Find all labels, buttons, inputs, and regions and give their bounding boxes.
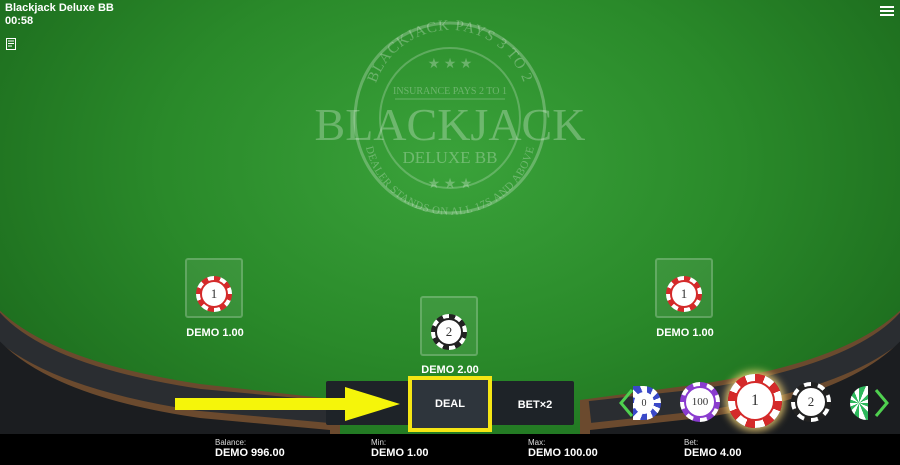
bet-value: DEMO 4.00 — [684, 447, 742, 459]
bet-stat: Bet: DEMO 4.00 — [684, 438, 742, 459]
bet-amount-right: DEMO 1.00 — [656, 327, 714, 339]
chip-next-arrow-icon[interactable] — [874, 388, 890, 418]
chip-bet-left: 1 — [196, 276, 232, 312]
min-value: DEMO 1.00 — [371, 447, 429, 459]
game-title: Blackjack Deluxe BB — [5, 2, 114, 14]
chip-bet-right: 1 — [666, 276, 702, 312]
chip-rack-partial-left[interactable]: 0 — [633, 386, 661, 420]
chip-rack-2[interactable]: 2 — [791, 382, 831, 422]
max-stat: Max: DEMO 100.00 — [528, 438, 598, 459]
emblem-arc-top: BLACKJACK PAYS 3 TO 2 — [365, 18, 536, 85]
emblem-subtitle: DELUXE BB — [403, 148, 498, 167]
bet-amount-left: DEMO 1.00 — [186, 327, 244, 339]
emblem-arc-bottom: DEALER STANDS ON ALL 17S AND ABOVE — [363, 145, 537, 218]
bet-amount-center: DEMO 2.00 — [421, 364, 479, 376]
svg-text:★ ★ ★: ★ ★ ★ — [428, 57, 473, 72]
chip-prev-arrow-icon[interactable] — [618, 388, 634, 418]
top-info: Blackjack Deluxe BB 00:58 — [5, 2, 114, 28]
chip-bet-center: 2 — [431, 314, 467, 350]
footer-bar — [0, 434, 900, 465]
history-icon[interactable] — [6, 38, 17, 50]
emblem-insurance: INSURANCE PAYS 2 TO 1 — [393, 86, 507, 97]
chip-rack-100[interactable]: 100 — [680, 382, 720, 422]
deal-button[interactable]: DEAL — [408, 376, 492, 432]
arrow-pointer-icon — [175, 387, 400, 421]
bet-x2-button[interactable]: BET×2 — [500, 388, 570, 422]
balance-value: DEMO 996.00 — [215, 447, 285, 459]
max-value: DEMO 100.00 — [528, 447, 598, 459]
min-stat: Min: DEMO 1.00 — [371, 438, 429, 459]
svg-text:★ ★ ★: ★ ★ ★ — [428, 177, 473, 192]
chip-rack-partial-right[interactable] — [850, 386, 868, 420]
emblem-brand: BLACKJACK — [315, 99, 586, 150]
session-timer: 00:58 — [5, 15, 34, 27]
balance-stat: Balance: DEMO 996.00 — [215, 438, 285, 459]
menu-icon[interactable] — [880, 4, 894, 18]
table-emblem: BLACKJACK PAYS 3 TO 2 ★ ★ ★ INSURANCE PA… — [315, 18, 586, 218]
chip-rack-1-selected[interactable]: 1 — [728, 374, 782, 428]
